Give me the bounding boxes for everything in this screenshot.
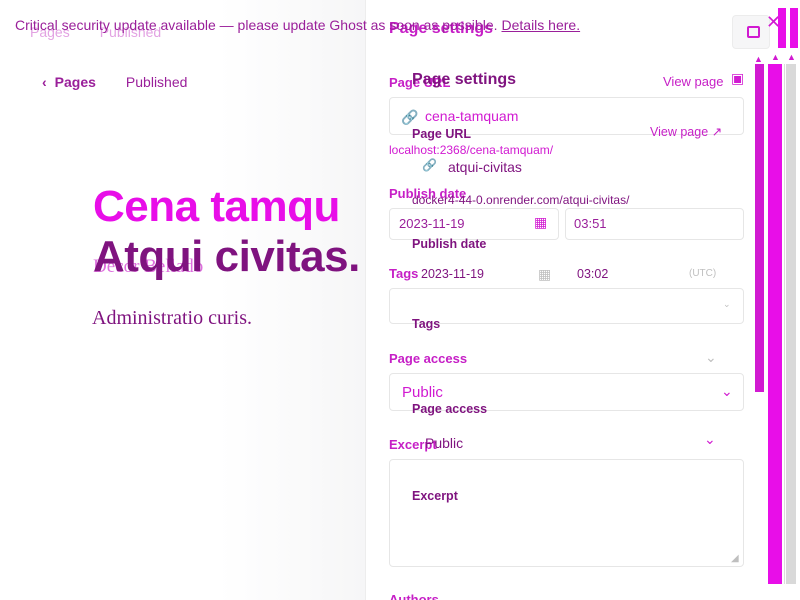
panel-header: Page settings — [412, 71, 517, 88]
timezone-label: (UTC) — [689, 268, 717, 279]
view-page-link-small[interactable]: View page ↗ — [650, 124, 722, 139]
url-preview-ghost: localhost:2368/cena-tamquam/ — [389, 143, 554, 157]
overlay-bar-2 — [790, 8, 798, 48]
chevron-down-icon-ghost: ⌄ — [721, 383, 733, 399]
slug-value[interactable]: atqui-civitas — [448, 159, 522, 175]
time-value-ghost: 03:51 — [574, 216, 607, 231]
post-title[interactable]: Atqui civitas. — [93, 232, 360, 282]
breadcrumb-pages-label: Pages — [54, 74, 96, 90]
date-value[interactable]: 2023-11-19 — [421, 267, 484, 281]
access-chevron-icon[interactable]: ⌄ — [704, 432, 716, 446]
page-access-label: Page access — [412, 402, 488, 416]
view-page-link[interactable]: View page — [663, 74, 723, 89]
settings-panel: Page settings Page URL 🔗 cena-tamquam lo… — [365, 0, 765, 600]
link-icon-ghost: 🔗 — [401, 109, 419, 125]
page-url-label: Page URL — [412, 127, 472, 141]
scroll-up-icon-2[interactable]: ▲ — [771, 52, 780, 62]
window-scrollbar[interactable]: ▲ — [784, 52, 798, 584]
publish-date-label: Publish date — [412, 237, 487, 251]
scroll-up-icon[interactable]: ▲ — [754, 54, 763, 64]
time-value[interactable]: 03:02 — [577, 267, 608, 281]
excerpt-textarea[interactable] — [389, 459, 744, 567]
scroll-up-icon-3[interactable]: ▲ — [787, 52, 796, 62]
settings-toggle-button[interactable] — [732, 15, 770, 49]
calendar-icon-ghost[interactable]: ▦ — [534, 215, 547, 229]
link-icon: 🔗 — [422, 158, 437, 172]
date-value-ghost: 2023-11-19 — [399, 216, 465, 231]
tags-label-ghost: Tags — [389, 266, 419, 281]
sidebar-toggle-icon — [747, 26, 760, 38]
editor-pane: Pages Published ‹ Pages Published Cena t… — [0, 0, 365, 600]
view-page-label-small: View page — [650, 125, 709, 139]
breadcrumb-pages-link[interactable]: ‹ Pages — [42, 74, 96, 90]
status-label: Published — [125, 74, 188, 90]
excerpt-label: Excerpt — [412, 489, 458, 503]
url-preview: docker4-44-0.onrender.com/atqui-civitas/ — [412, 193, 630, 207]
external-link-icon: ↗ — [711, 125, 723, 139]
calendar-icon[interactable]: ▦ — [538, 267, 551, 281]
banner-text: Critical security update available — ple… — [15, 17, 498, 33]
chevron-left-icon: ‹ — [42, 74, 47, 90]
post-title-ghost: Cena tamqu — [93, 182, 340, 231]
panel-toggle-icon-ghost[interactable]: ▣ — [731, 71, 744, 85]
access-value-ghost: Public — [402, 384, 443, 401]
security-banner: Critical security update available — ple… — [15, 17, 715, 33]
breadcrumb: ‹ Pages Published — [42, 74, 187, 90]
slug-value-ghost: cena-tamquam — [425, 108, 519, 124]
panel-scrollbar[interactable]: ▲ — [752, 52, 766, 392]
scrollbar-thumb[interactable] — [755, 64, 764, 392]
chevron-down-icon-upper: ⌄ — [705, 349, 717, 365]
scrollbar-thumb-3[interactable] — [786, 64, 796, 584]
resize-handle-icon[interactable]: ◢ — [731, 554, 739, 564]
tags-input[interactable] — [389, 288, 744, 324]
view-page-label: View page — [663, 74, 724, 89]
post-body[interactable]: Administratio curis. — [92, 307, 252, 330]
authors-label-ghost: Authors — [389, 592, 439, 600]
access-value[interactable]: Public — [425, 435, 463, 451]
banner-details-link[interactable]: Details here. — [502, 17, 581, 33]
page-scrollbar[interactable]: ▲ — [768, 52, 782, 584]
page-access-label-ghost: Page access — [389, 351, 468, 366]
chevron-down-icon: ⌄ — [723, 299, 731, 309]
overlay-bar — [778, 8, 786, 48]
tags-label: Tags — [412, 317, 441, 331]
scrollbar-thumb-2[interactable] — [768, 286, 782, 576]
